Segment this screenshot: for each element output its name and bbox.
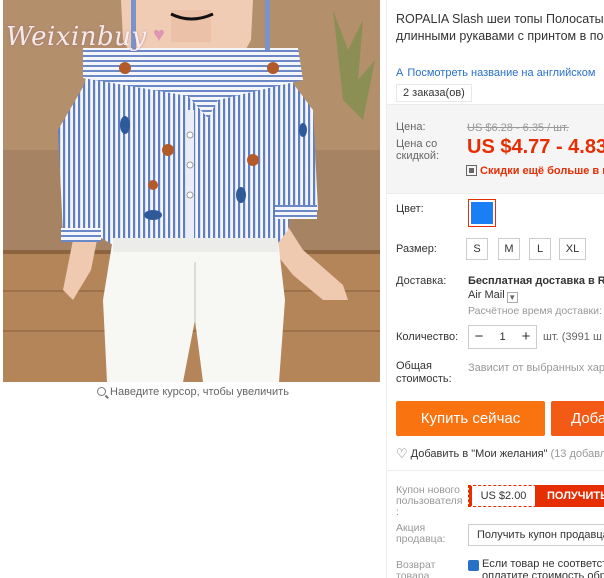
heart-outline-icon: ♡ (396, 446, 408, 461)
translate-icon: A (396, 67, 404, 79)
total-label: Общая стоимость: (396, 360, 452, 385)
return-line-2: оплатите стоимость обрат (482, 570, 604, 578)
size-option-l[interactable]: L (529, 238, 551, 260)
magnifier-icon (97, 387, 107, 396)
return-policy-icon (468, 560, 479, 571)
quantity-input[interactable] (489, 326, 516, 348)
color-label: Цвет: (396, 203, 424, 215)
get-seller-coupon-button[interactable]: Получить купон продавца (468, 524, 604, 546)
chevron-down-icon: ▼ (506, 292, 518, 303)
shipping-time: Расчётное время доставки: 2 (468, 305, 604, 317)
original-price: US $6.28 - 6.35 / шт. (467, 122, 569, 134)
brand-watermark: Weixinbuy (6, 22, 147, 52)
product-photo (3, 0, 380, 382)
coupon-value: US $2.00 (469, 486, 535, 506)
quantity-units: шт. (3991 ш (543, 331, 602, 343)
wishlist-text: Добавить в "Мои желания" (410, 448, 548, 460)
add-to-wishlist-link[interactable]: ♡ Добавить в "Мои желания" (13 добавл (396, 446, 604, 462)
total-note: Зависит от выбранных харак (468, 362, 604, 374)
shipping-label: Доставка: (396, 275, 447, 287)
translate-link-text: Посмотреть название на английском (407, 67, 596, 79)
color-swatch-fill (471, 202, 493, 224)
qr-icon (466, 165, 477, 176)
quantity-decrease-button[interactable]: − (469, 326, 489, 348)
size-option-xl[interactable]: XL (559, 238, 586, 260)
wishlist-count: (13 добавл (550, 448, 604, 460)
add-to-cart-button[interactable]: Доба (551, 401, 604, 436)
size-option-s[interactable]: S (466, 238, 488, 260)
zoom-hint-text: Наведите курсор, чтобы увеличить (110, 386, 289, 398)
quantity-stepper: − + (468, 325, 537, 349)
heart-icon: ♥ (153, 24, 165, 46)
orders-count: 2 заказа(ов) (396, 84, 472, 102)
get-coupon-button[interactable]: ПОЛУЧИТЬ (535, 485, 604, 507)
size-option-m[interactable]: M (498, 238, 520, 260)
divider (387, 470, 604, 471)
price-panel: Цена: US $6.28 - 6.35 / шт. Цена со скид… (387, 104, 604, 194)
return-label: Возврат товара (396, 559, 436, 578)
product-main-image[interactable]: Weixinbuy ♥ (3, 0, 380, 382)
buy-now-button[interactable]: Купить сейчас (396, 401, 545, 436)
size-label: Размер: (396, 243, 437, 255)
shipping-method-text: Air Mail (468, 289, 505, 301)
color-option-blue[interactable] (468, 199, 496, 227)
return-line-1: Если товар не соответст (482, 558, 604, 570)
quantity-label: Количество: (396, 331, 459, 343)
discount-note[interactable]: Скидки ещё больше в пр (466, 165, 604, 177)
discount-price-label: Цена со скидкой: (396, 138, 440, 162)
quantity-increase-button[interactable]: + (516, 326, 536, 348)
product-gallery: Weixinbuy ♥ Наведите курсор, чтобы увели… (0, 0, 386, 578)
new-user-coupon: US $2.00 ПОЛУЧИТЬ (468, 485, 604, 507)
new-user-coupon-label: Купон нового пользователя : (396, 484, 463, 518)
current-price: US $4.77 - 4.83/ (467, 136, 604, 159)
translate-link[interactable]: A Посмотреть название на английском (396, 67, 595, 79)
discount-note-text: Скидки ещё больше в пр (480, 165, 604, 177)
price-label: Цена: (396, 121, 426, 133)
seller-promo-label: Акция продавца: (396, 522, 446, 545)
current-price-value: US $4.77 - 4.83 (467, 136, 604, 158)
product-details: ROPALIA Slash шеи топы Полосатые длинным… (386, 0, 604, 578)
shipping-method-select[interactable]: Air Mail ▼ (468, 289, 518, 303)
product-title: ROPALIA Slash шеи топы Полосатые длинным… (396, 12, 604, 43)
shipping-main: Бесплатная доставка в Russ (468, 275, 604, 287)
zoom-hint: Наведите курсор, чтобы увеличить (0, 386, 386, 398)
